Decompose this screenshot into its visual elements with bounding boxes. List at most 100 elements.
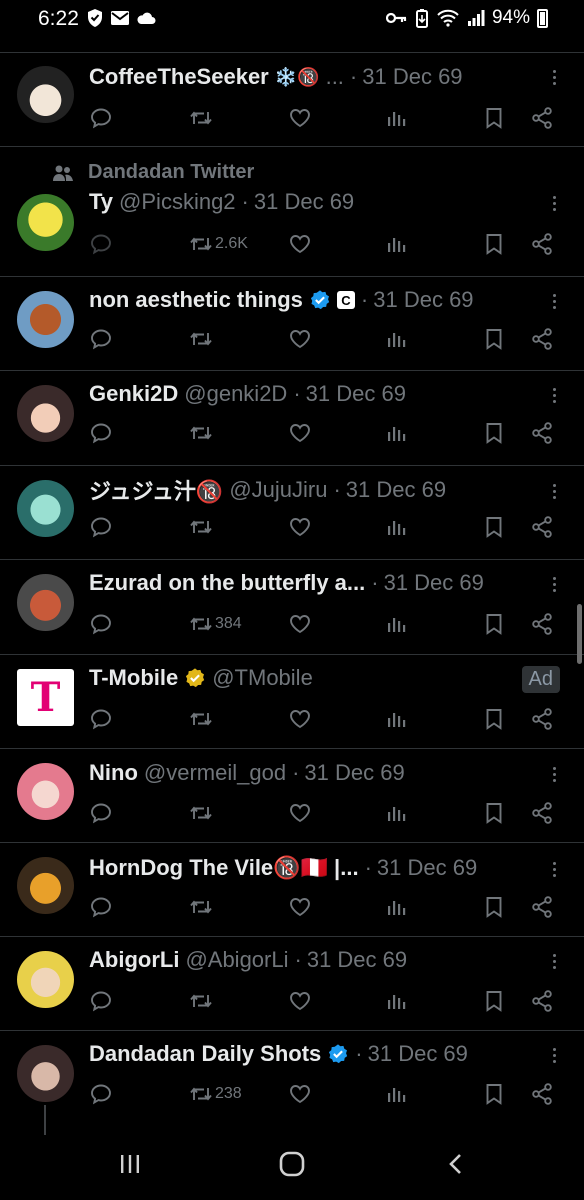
more-options-icon[interactable]	[551, 196, 557, 211]
author-name[interactable]: Genki2D	[89, 381, 178, 407]
reply-icon[interactable]	[89, 104, 113, 132]
home-icon[interactable]	[272, 1144, 312, 1184]
author-name[interactable]: AbigorLi	[89, 947, 179, 973]
tweet[interactable]: Dandadan Twitter Ty @Picsking2 · 31 Dec …	[0, 147, 584, 277]
avatar-nino[interactable]	[17, 763, 74, 820]
bookmark-icon[interactable]	[482, 893, 506, 921]
bookmark-icon[interactable]	[482, 513, 506, 541]
tweet[interactable]: non aesthetic things C · 31 Dec 69	[0, 277, 584, 371]
more-options-icon[interactable]	[551, 767, 557, 782]
retweet-icon[interactable]	[189, 799, 213, 827]
views-icon[interactable]	[384, 419, 408, 447]
bookmark-icon[interactable]	[482, 230, 506, 258]
avatar-ty[interactable]	[17, 194, 74, 251]
like-icon[interactable]	[288, 987, 312, 1015]
reply-icon[interactable]	[89, 893, 113, 921]
bookmark-icon[interactable]	[482, 419, 506, 447]
more-options-icon[interactable]	[551, 862, 557, 877]
retweet-icon[interactable]: 238	[189, 1080, 242, 1108]
share-icon[interactable]	[530, 104, 554, 132]
reply-icon[interactable]	[89, 705, 113, 733]
bookmark-icon[interactable]	[482, 987, 506, 1015]
tweet[interactable]: HornDog The Vile🔞🇵🇪 |... · 31 Dec 69	[0, 843, 584, 937]
avatar-coffeetheseeker[interactable]	[17, 66, 74, 123]
reply-icon[interactable]	[89, 513, 113, 541]
back-icon[interactable]	[436, 1144, 476, 1184]
like-icon[interactable]	[288, 325, 312, 353]
reply-icon[interactable]	[89, 325, 113, 353]
reply-icon[interactable]	[89, 987, 113, 1015]
retweet-icon[interactable]	[189, 104, 213, 132]
retweet-icon[interactable]: 2.6K	[189, 230, 248, 258]
author-name[interactable]: ジュジュ汁🔞	[89, 475, 223, 505]
views-icon[interactable]	[384, 230, 408, 258]
author-name[interactable]: Nino	[89, 760, 138, 786]
avatar-abigorli[interactable]	[17, 951, 74, 1008]
author-name[interactable]: T-Mobile	[89, 665, 178, 691]
avatar-tmobile[interactable]: T	[17, 669, 74, 726]
share-icon[interactable]	[530, 325, 554, 353]
like-icon[interactable]	[288, 230, 312, 258]
views-icon[interactable]	[384, 513, 408, 541]
reply-icon[interactable]	[89, 1080, 113, 1108]
bookmark-icon[interactable]	[482, 104, 506, 132]
views-icon[interactable]	[384, 1080, 408, 1108]
avatar-ezurad[interactable]	[17, 574, 74, 631]
avatar-jujujiru[interactable]	[17, 480, 74, 537]
like-icon[interactable]	[288, 610, 312, 638]
bookmark-icon[interactable]	[482, 325, 506, 353]
promoted-tweet[interactable]: T T-Mobile @TMobile Ad	[0, 655, 584, 749]
social-context[interactable]: Dandadan Twitter	[52, 161, 254, 184]
more-options-icon[interactable]	[551, 294, 557, 309]
avatar-non-aesthetic-things[interactable]	[17, 291, 74, 348]
more-options-icon[interactable]	[551, 1048, 557, 1063]
bookmark-icon[interactable]	[482, 705, 506, 733]
tweet[interactable]: CoffeeTheSeeker ❄️🔞 ... · 31 Dec 69	[0, 52, 584, 147]
share-icon[interactable]	[530, 893, 554, 921]
share-icon[interactable]	[530, 513, 554, 541]
views-icon[interactable]	[384, 799, 408, 827]
recents-icon[interactable]	[110, 1144, 150, 1184]
like-icon[interactable]	[288, 705, 312, 733]
author-name[interactable]: Ezurad on the butterfly a...	[89, 570, 365, 596]
views-icon[interactable]	[384, 610, 408, 638]
bookmark-icon[interactable]	[482, 1080, 506, 1108]
author-name[interactable]: Dandadan Daily Shots	[89, 1041, 321, 1067]
bookmark-icon[interactable]	[482, 799, 506, 827]
views-icon[interactable]	[384, 104, 408, 132]
avatar-horndog[interactable]	[17, 857, 74, 914]
retweet-icon[interactable]: 384	[189, 610, 242, 638]
views-icon[interactable]	[384, 893, 408, 921]
views-icon[interactable]	[384, 987, 408, 1015]
like-icon[interactable]	[288, 799, 312, 827]
more-options-icon[interactable]	[551, 577, 557, 592]
author-name[interactable]: HornDog The Vile🔞🇵🇪 |...	[89, 855, 359, 881]
reply-icon[interactable]	[89, 419, 113, 447]
more-options-icon[interactable]	[551, 484, 557, 499]
views-icon[interactable]	[384, 705, 408, 733]
like-icon[interactable]	[288, 104, 312, 132]
avatar-dandadan-daily[interactable]	[17, 1045, 74, 1102]
share-icon[interactable]	[530, 230, 554, 258]
author-name[interactable]: non aesthetic things	[89, 287, 303, 313]
like-icon[interactable]	[288, 419, 312, 447]
tweet[interactable]: Ezurad on the butterfly a... · 31 Dec 69…	[0, 560, 584, 655]
share-icon[interactable]	[530, 419, 554, 447]
retweet-icon[interactable]	[189, 893, 213, 921]
share-icon[interactable]	[530, 799, 554, 827]
avatar-genki2d[interactable]	[17, 385, 74, 442]
reply-icon[interactable]	[89, 610, 113, 638]
share-icon[interactable]	[530, 610, 554, 638]
share-icon[interactable]	[530, 987, 554, 1015]
like-icon[interactable]	[288, 513, 312, 541]
tweet[interactable]: Dandadan Daily Shots · 31 Dec 69 238	[0, 1031, 584, 1141]
tweet[interactable]: Nino @vermeil_god · 31 Dec 69	[0, 749, 584, 843]
reply-icon[interactable]	[89, 230, 113, 258]
retweet-icon[interactable]	[189, 987, 213, 1015]
reply-icon[interactable]	[89, 799, 113, 827]
retweet-icon[interactable]	[189, 513, 213, 541]
tweet[interactable]: Genki2D @genki2D · 31 Dec 69	[0, 371, 584, 466]
share-icon[interactable]	[530, 705, 554, 733]
tweet[interactable]: ジュジュ汁🔞 @JujuJiru · 31 Dec 69	[0, 466, 584, 560]
like-icon[interactable]	[288, 1080, 312, 1108]
